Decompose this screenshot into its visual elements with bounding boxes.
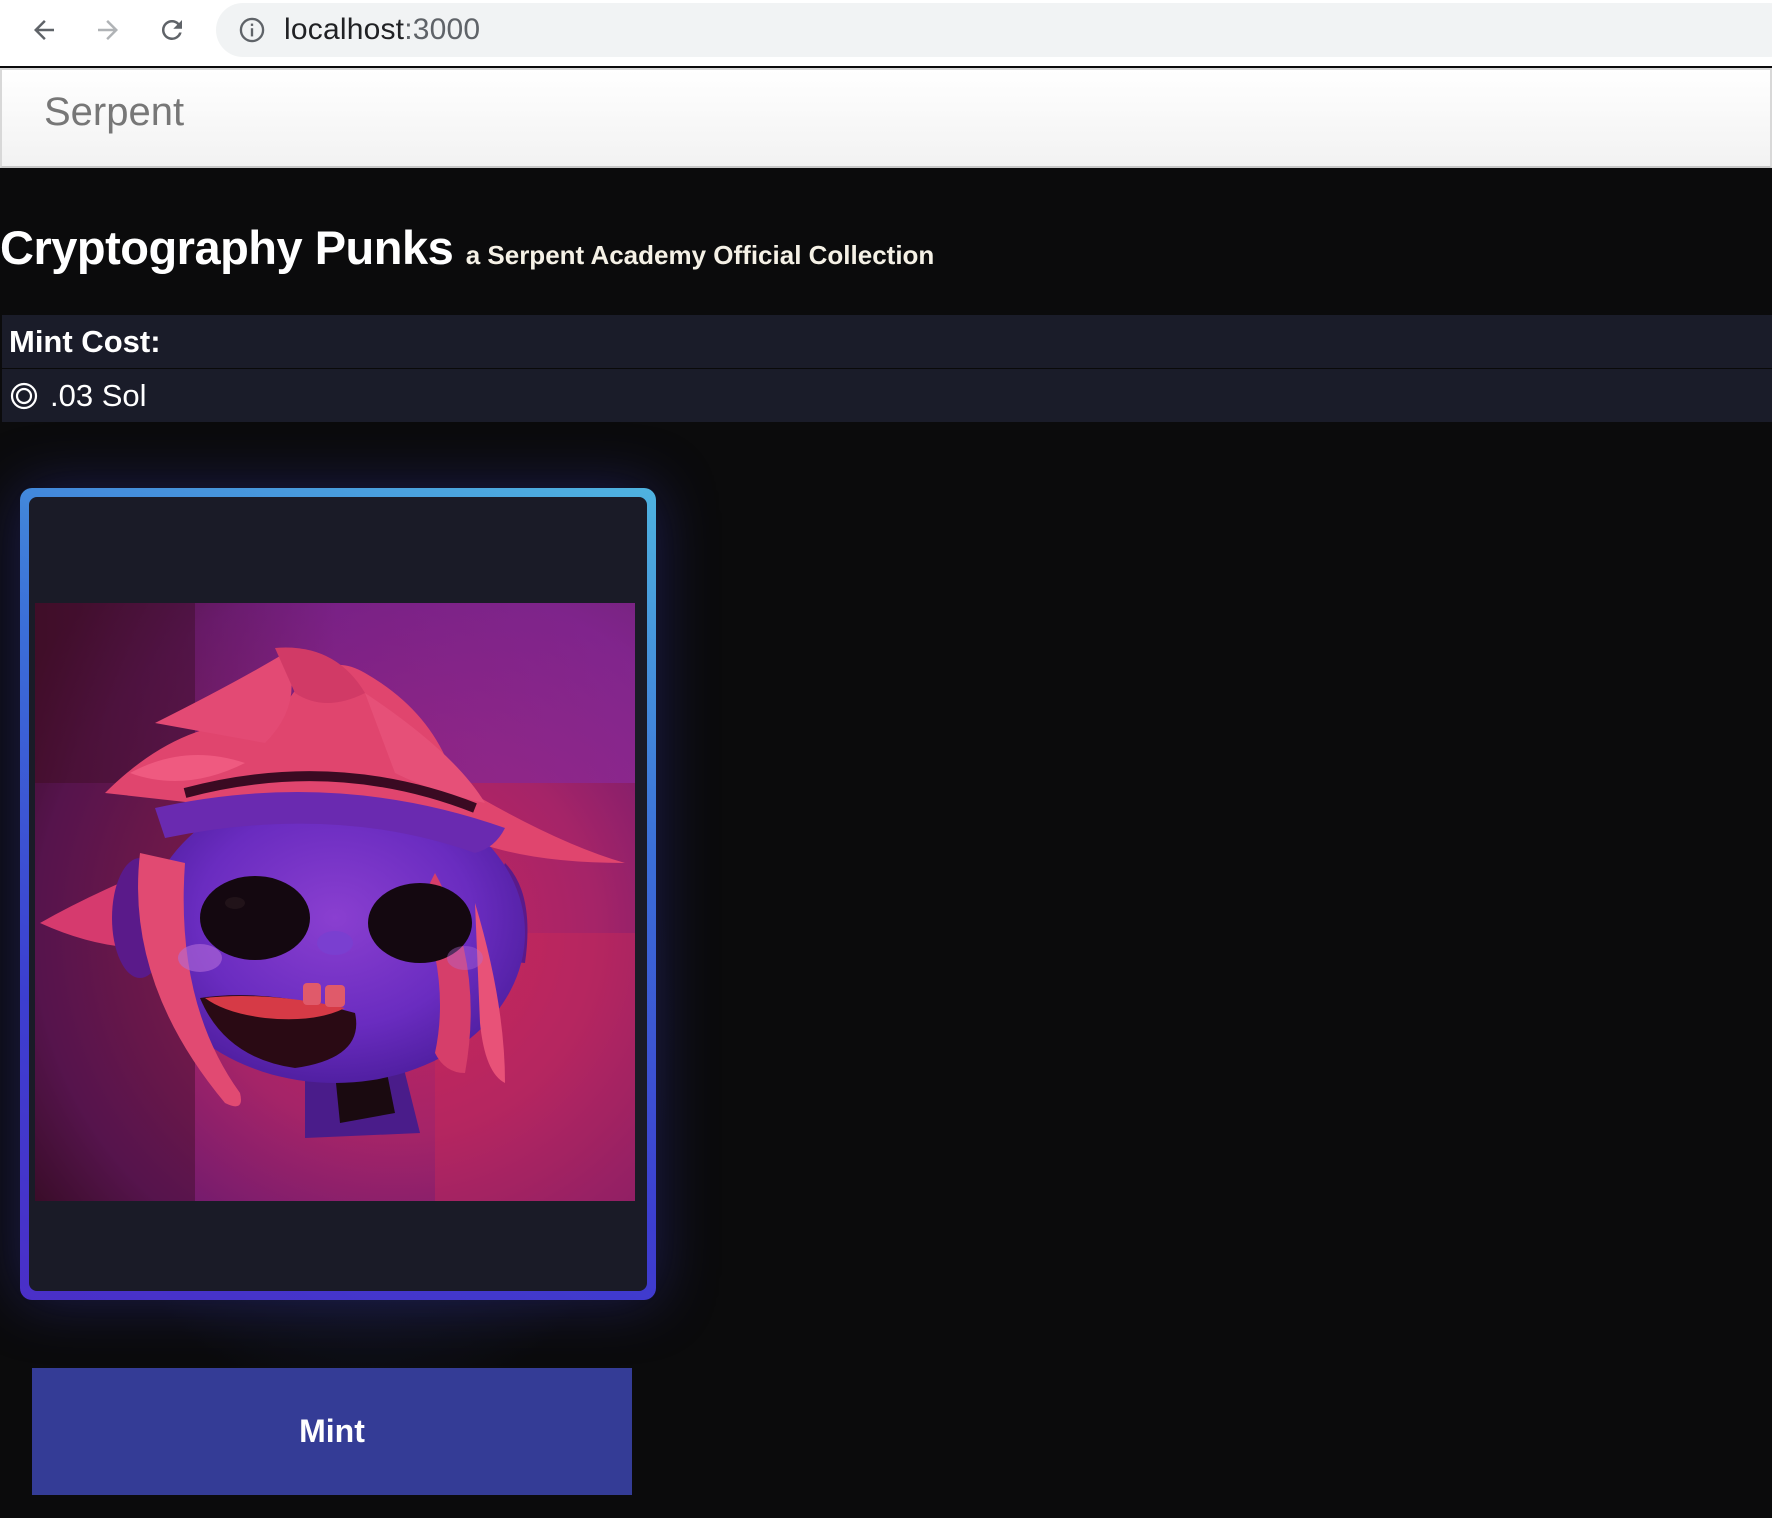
nft-card — [20, 488, 656, 1300]
mint-button[interactable]: Mint — [32, 1368, 632, 1495]
back-button[interactable] — [20, 6, 68, 54]
collection-heading: Cryptography Punks a Serpent Academy Off… — [0, 220, 934, 275]
solana-coin-icon — [10, 382, 38, 409]
mint-cost-table: Mint Cost: .03 Sol — [2, 315, 1772, 422]
app-navbar: Serpent — [0, 68, 1772, 168]
browser-toolbar: localhost:3000 — [0, 0, 1772, 66]
reload-button[interactable] — [148, 6, 196, 54]
forward-button[interactable] — [84, 6, 132, 54]
info-icon[interactable] — [238, 16, 266, 44]
nft-card-inner — [29, 497, 647, 1291]
brand-link[interactable]: Serpent — [44, 90, 184, 135]
arrow-right-icon — [98, 20, 118, 40]
collection-subtitle: a Serpent Academy Official Collection — [465, 240, 935, 270]
mint-cost-header: Mint Cost: — [2, 315, 1772, 369]
collection-title: Cryptography Punks — [0, 221, 454, 274]
url-text[interactable]: localhost:3000 — [284, 3, 480, 57]
punk-portrait-image — [35, 603, 635, 1201]
url-host: localhost — [284, 13, 405, 46]
nft-image — [35, 603, 635, 1201]
mint-cost-value: .03 Sol — [50, 378, 147, 413]
address-bar[interactable]: localhost:3000 — [216, 3, 1772, 57]
url-port: :3000 — [404, 13, 481, 46]
reload-icon — [161, 19, 182, 40]
arrow-left-icon — [34, 20, 54, 40]
mint-cost-row: .03 Sol — [2, 369, 1772, 422]
